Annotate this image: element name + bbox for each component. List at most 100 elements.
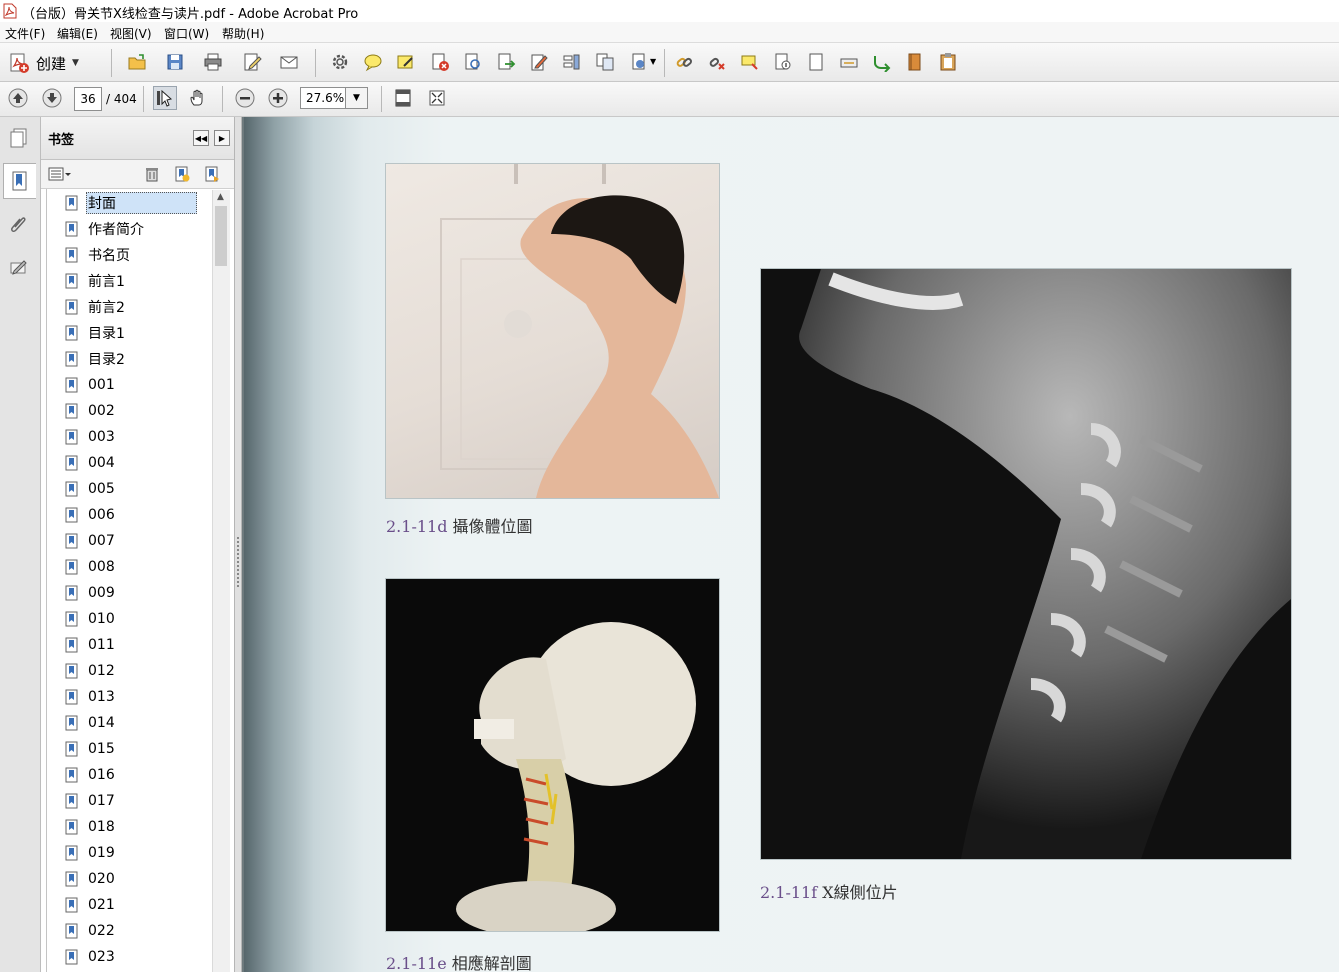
- bookmark-item[interactable]: 封面: [65, 191, 197, 215]
- clipboard-button[interactable]: [936, 50, 960, 74]
- bookmark-item[interactable]: 014: [65, 711, 117, 735]
- bookmark-item[interactable]: 018: [65, 815, 117, 839]
- bookmark-list-scrollbar[interactable]: ▲: [212, 190, 230, 972]
- bookmark-item[interactable]: 016: [65, 763, 117, 787]
- scroll-up-icon[interactable]: ▲: [217, 192, 224, 202]
- bookmark-options-button[interactable]: [47, 165, 73, 183]
- scrollbar-thumb[interactable]: [215, 206, 227, 266]
- bookmark-item[interactable]: 作者简介: [65, 217, 146, 241]
- bookmark-item[interactable]: 001: [65, 373, 117, 397]
- signatures-tab[interactable]: [3, 250, 35, 284]
- form-button[interactable]: [560, 50, 584, 74]
- bookmark-item[interactable]: 010: [65, 607, 117, 631]
- blank-page-button[interactable]: [804, 50, 828, 74]
- bookmark-item[interactable]: 002: [65, 399, 117, 423]
- bookmark-item[interactable]: 011: [65, 633, 117, 657]
- menu-file[interactable]: 文件(F): [5, 25, 45, 42]
- create-label: 创建: [36, 54, 67, 73]
- export-button[interactable]: [628, 50, 652, 74]
- panel-splitter[interactable]: [234, 117, 242, 972]
- sign-button[interactable]: [527, 50, 551, 74]
- edit-button[interactable]: [240, 50, 264, 74]
- bookmark-expand-icon: [205, 166, 219, 182]
- bookmark-item[interactable]: 006: [65, 503, 117, 527]
- bookmark-item[interactable]: 017: [65, 789, 117, 813]
- bookmark-item[interactable]: 前言2: [65, 295, 127, 319]
- bookmark-item[interactable]: 015: [65, 737, 117, 761]
- stamp-button[interactable]: [738, 50, 762, 74]
- book-button[interactable]: [903, 50, 927, 74]
- select-tool-button[interactable]: [153, 86, 177, 110]
- page-search-button[interactable]: [461, 50, 485, 74]
- menu-window[interactable]: 窗口(W): [164, 25, 209, 42]
- bookmark-item[interactable]: 前言1: [65, 269, 127, 293]
- bookmark-icon: [65, 403, 78, 419]
- patient-silhouette: [440, 164, 719, 498]
- collapse-panel-button[interactable]: ◀◀: [193, 130, 209, 146]
- comment-button[interactable]: [361, 50, 385, 74]
- bookmarks-tab[interactable]: [3, 163, 36, 199]
- open-button[interactable]: [125, 50, 149, 74]
- bookmark-item[interactable]: 008: [65, 555, 117, 579]
- page-thumbnails-tab[interactable]: [3, 121, 35, 155]
- bookmark-item[interactable]: 012: [65, 659, 117, 683]
- bookmark-item[interactable]: 023: [65, 945, 117, 969]
- bookmark-item[interactable]: 003: [65, 425, 117, 449]
- menu-edit[interactable]: 编辑(E): [57, 25, 98, 42]
- bookmark-icon: [65, 715, 78, 731]
- zoom-dropdown-button[interactable]: ▼: [346, 87, 368, 109]
- zoom-out-button[interactable]: [233, 86, 257, 110]
- chevron-down-icon[interactable]: ▼: [650, 57, 656, 66]
- action-arrow-icon: [874, 56, 891, 72]
- settings-button[interactable]: [328, 50, 352, 74]
- panel-menu-button[interactable]: ▶: [214, 130, 230, 146]
- save-button[interactable]: [163, 50, 187, 74]
- bookmark-item[interactable]: 022: [65, 919, 117, 943]
- highlight-pen-icon: [397, 55, 413, 69]
- menu-view[interactable]: 视图(V): [110, 25, 152, 42]
- attachments-tab[interactable]: [3, 207, 35, 241]
- combine-button[interactable]: [593, 50, 617, 74]
- bookmark-item[interactable]: 019: [65, 841, 117, 865]
- hand-tool-button[interactable]: [186, 86, 210, 110]
- document-view[interactable]: 2.1-11d 攝像體位圖 2.1-11e 相應解剖圖 2.1-11f X線側位…: [242, 117, 1339, 972]
- expand-bookmark-button[interactable]: [203, 165, 221, 183]
- bookmark-item[interactable]: 021: [65, 893, 117, 917]
- full-screen-button[interactable]: [425, 86, 449, 110]
- new-bookmark-button[interactable]: [173, 165, 191, 183]
- previous-page-button[interactable]: [6, 86, 30, 110]
- xray-image: [760, 268, 1292, 860]
- bookmark-item[interactable]: 013: [65, 685, 117, 709]
- link-button[interactable]: [672, 50, 696, 74]
- bookmark-item[interactable]: 005: [65, 477, 117, 501]
- bookmark-item[interactable]: 目录2: [65, 347, 127, 371]
- action-button[interactable]: [870, 50, 894, 74]
- print-button[interactable]: [201, 50, 225, 74]
- scan-button[interactable]: [837, 50, 861, 74]
- highlight-button[interactable]: [394, 50, 418, 74]
- menu-help[interactable]: 帮助(H): [222, 25, 264, 42]
- chevron-right-icon: ▶: [218, 133, 226, 143]
- fit-page-button[interactable]: [391, 86, 415, 110]
- properties-button[interactable]: [771, 50, 795, 74]
- zoom-in-button[interactable]: [266, 86, 290, 110]
- menu-bar: 文件(F) 编辑(E) 视图(V) 窗口(W) 帮助(H): [0, 22, 1339, 43]
- unlink-button[interactable]: [705, 50, 729, 74]
- bookmark-item[interactable]: 书名页: [65, 243, 132, 267]
- zoom-level-input[interactable]: 27.6%: [300, 87, 346, 109]
- bookmark-item[interactable]: 020: [65, 867, 117, 891]
- create-button[interactable]: 创建 ▼: [8, 50, 94, 76]
- bookmark-item[interactable]: 目录1: [65, 321, 127, 345]
- bookmark-item[interactable]: 004: [65, 451, 117, 475]
- delete-bookmark-button[interactable]: [143, 165, 161, 183]
- navigation-toolbar: 36 / 404 27.6% ▼: [0, 82, 1339, 117]
- bookmark-item[interactable]: 007: [65, 529, 117, 553]
- splitter-grip[interactable]: [237, 537, 239, 587]
- next-page-button[interactable]: [40, 86, 64, 110]
- page-number-input[interactable]: 36: [74, 87, 102, 111]
- extract-button[interactable]: [494, 50, 518, 74]
- delete-page-button[interactable]: [428, 50, 452, 74]
- bookmark-label: 023: [88, 949, 115, 965]
- email-button[interactable]: [277, 50, 301, 74]
- bookmark-item[interactable]: 009: [65, 581, 117, 605]
